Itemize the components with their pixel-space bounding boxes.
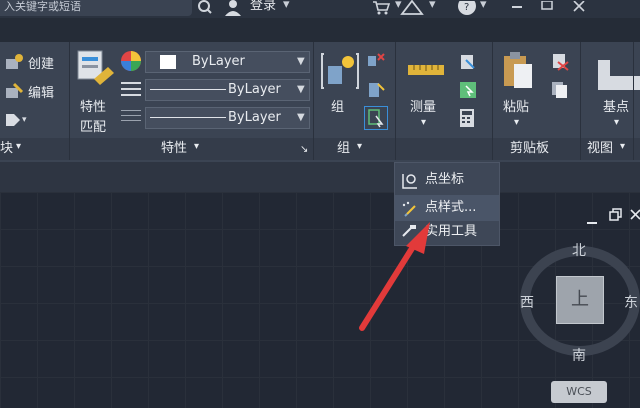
wcs-menu-button[interactable]: WCS — [551, 381, 607, 403]
network-icon[interactable] — [400, 0, 424, 20]
base-view-button[interactable]: 基点 — [603, 96, 629, 115]
chevron-down-icon[interactable]: ▾ — [194, 138, 199, 156]
group-label[interactable]: 组 — [331, 96, 344, 115]
chevron-down-icon[interactable]: ▾ — [16, 138, 21, 156]
compass-north[interactable]: 北 — [572, 240, 586, 260]
paste-button[interactable]: 粘贴 — [503, 96, 529, 115]
match-properties-icon[interactable] — [76, 49, 116, 93]
measure-ruler-icon[interactable] — [408, 62, 444, 81]
red-arrow-annotation — [350, 220, 440, 344]
color-wheel-icon[interactable] — [120, 50, 142, 76]
panel-separator — [395, 42, 396, 160]
panel-separator — [580, 42, 581, 160]
chevron-down-icon: ▼ — [297, 84, 305, 95]
linetype-icon[interactable] — [121, 80, 141, 102]
group-edit-icon[interactable] — [366, 80, 386, 104]
chevron-down-icon[interactable]: ▾ — [614, 114, 619, 132]
panel-separator — [313, 42, 314, 160]
restore-button[interactable] — [540, 0, 554, 19]
block-edit-icon[interactable] — [4, 82, 24, 104]
paste-icon[interactable] — [500, 50, 534, 94]
select-all-icon[interactable] — [458, 80, 478, 104]
match-properties-label-1[interactable]: 特性 — [80, 96, 106, 115]
chevron-down-icon: ▼ — [297, 112, 305, 123]
file-tab-strip — [0, 162, 640, 192]
panel-separator — [69, 42, 70, 160]
chevron-down-icon[interactable]: ▾ — [357, 138, 362, 156]
linetype-dropdown[interactable]: ByLayer ▼ — [145, 79, 310, 101]
create-block-button[interactable]: 创建 — [28, 53, 54, 72]
chevron-down-icon: ▼ — [297, 56, 305, 67]
compass-east[interactable]: 东 — [624, 292, 638, 312]
login-link[interactable]: 登录 — [250, 0, 276, 14]
tab-strip — [0, 18, 640, 42]
help-icon[interactable]: ? — [456, 0, 478, 19]
user-icon[interactable] — [224, 0, 242, 20]
point-style-icon — [401, 200, 419, 222]
linetype-preview — [150, 89, 226, 90]
cart-icon[interactable] — [372, 0, 391, 19]
edit-block-button[interactable]: 编辑 — [28, 82, 54, 101]
lineweight-dropdown[interactable]: ByLayer ▼ — [145, 107, 310, 129]
quick-select-icon[interactable] — [458, 52, 478, 76]
viewport-close-icon[interactable] — [630, 207, 640, 226]
panel-separator — [633, 42, 634, 160]
svg-text:?: ? — [464, 2, 469, 13]
color-dropdown[interactable]: ByLayer ▼ — [145, 51, 310, 73]
menu-item-label: 点样式... — [425, 200, 477, 215]
ungroup-icon[interactable] — [366, 52, 386, 74]
group-selection-toggle[interactable] — [364, 106, 388, 130]
color-value: ByLayer — [192, 54, 245, 69]
lineweight-preview — [150, 117, 226, 118]
block-panel-label[interactable]: 块 — [0, 140, 13, 158]
viewport-minimize-button[interactable] — [586, 210, 598, 229]
block-attribute-icon[interactable]: ▾ — [4, 110, 30, 132]
menu-item-point-coordinates[interactable]: 点坐标 — [395, 167, 499, 193]
chevron-down-icon[interactable]: ▾ — [514, 114, 519, 132]
search-input[interactable]: 入关键字或短语 — [0, 0, 192, 16]
match-properties-label-2[interactable]: 匹配 — [80, 116, 106, 135]
group-icon[interactable] — [320, 50, 360, 96]
compass-west[interactable]: 西 — [520, 292, 534, 312]
group-panel-label[interactable]: 组 — [337, 140, 350, 158]
point-coordinate-icon — [401, 172, 419, 194]
viewport-restore-button[interactable] — [608, 207, 622, 226]
minimize-button[interactable] — [510, 0, 524, 19]
block-create-icon[interactable] — [4, 53, 24, 75]
panel-separator — [492, 42, 493, 160]
properties-panel-label[interactable]: 特性 — [161, 140, 187, 158]
chevron-down-icon[interactable]: ▾ — [480, 0, 487, 13]
viewcube-top-face[interactable]: 上 — [556, 276, 604, 324]
linetype-value: ByLayer — [228, 82, 281, 97]
chevron-down-icon[interactable]: ▾ — [283, 0, 290, 13]
dialog-launcher-icon[interactable]: ↘ — [300, 141, 308, 159]
lineweight-icon[interactable] — [121, 108, 141, 130]
chevron-down-icon[interactable]: ▾ — [429, 0, 436, 13]
calculator-icon[interactable] — [458, 108, 476, 132]
compass-south[interactable]: 南 — [572, 345, 586, 365]
cut-icon[interactable] — [550, 52, 570, 76]
chevron-down-icon[interactable]: ▾ — [421, 114, 426, 132]
clipboard-panel-label[interactable]: 剪贴板 — [510, 140, 549, 158]
menu-item-label: 点坐标 — [425, 172, 465, 187]
close-icon[interactable] — [572, 0, 586, 19]
lineweight-value: ByLayer — [228, 110, 281, 125]
chevron-down-icon[interactable]: ▾ — [620, 138, 625, 156]
menu-item-point-style[interactable]: 点样式... — [395, 195, 499, 221]
copy-icon[interactable] — [550, 80, 570, 104]
view-panel-label[interactable]: 视图 — [587, 140, 613, 158]
svg-text:▾: ▾ — [22, 115, 27, 125]
measure-button[interactable]: 测量 — [410, 96, 436, 115]
color-swatch — [160, 55, 176, 69]
